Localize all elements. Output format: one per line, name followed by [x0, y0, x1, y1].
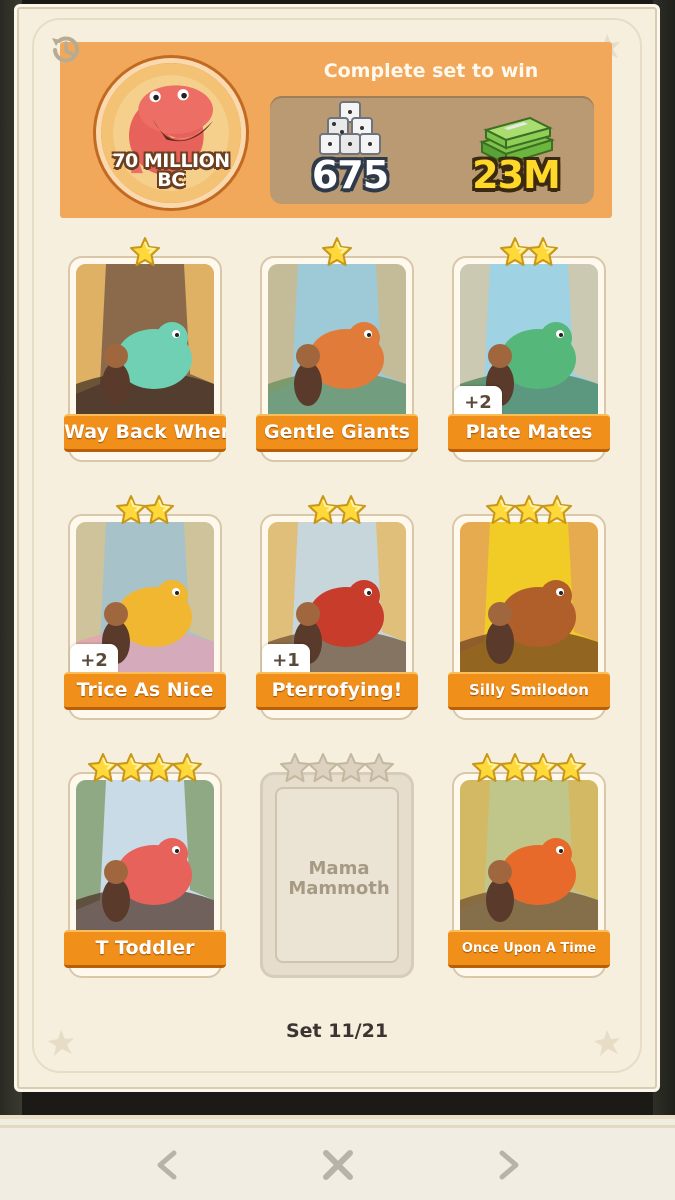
history-icon[interactable] [46, 30, 86, 70]
card-stars [64, 752, 226, 784]
reward-dice-amount: 675 [311, 153, 389, 197]
card-name: Gentle Giants [256, 414, 418, 452]
card-name: Way Back When [64, 414, 226, 452]
chevron-left-icon[interactable] [148, 1145, 188, 1185]
card-stars [256, 752, 418, 784]
card-stars [64, 494, 226, 526]
star-icon [335, 494, 367, 526]
locked-card-inner: Mama Mammoth [275, 787, 399, 963]
album-card[interactable]: +1 Pterrofying! [256, 494, 418, 722]
card-name: T Toddler [64, 930, 226, 968]
chevron-right-icon[interactable] [488, 1145, 528, 1185]
card-artwork [76, 264, 214, 438]
card-stars [64, 236, 226, 268]
star-icon [541, 494, 573, 526]
star-icon [321, 236, 353, 268]
card-artwork [76, 780, 214, 954]
card-name: Trice As Nice [64, 672, 226, 710]
set-counter: Set 11/21 [285, 1020, 389, 1042]
card-name: Plate Mates [448, 414, 610, 452]
star-icon [555, 752, 587, 784]
card-name: Once Upon A Time [448, 930, 610, 968]
close-icon[interactable] [318, 1145, 358, 1185]
star-icon [527, 236, 559, 268]
card-stars [448, 236, 610, 268]
card-name: Silly Smilodon [448, 672, 610, 710]
bottom-navigation [0, 1115, 675, 1200]
reward-cash-amount: 23M [472, 153, 561, 197]
card-stars [256, 494, 418, 526]
card-artwork [460, 780, 598, 954]
card-name: Mama Mammoth [288, 858, 390, 899]
card-stars [256, 236, 418, 268]
dice-icon [318, 100, 382, 160]
card-artwork [460, 522, 598, 696]
album-card[interactable]: Once Upon A Time [448, 752, 610, 980]
album-card[interactable]: Silly Smilodon [448, 494, 610, 722]
star-icon [129, 236, 161, 268]
album-card[interactable]: Gentle Giants [256, 236, 418, 464]
locked-card-frame: Mama Mammoth [260, 772, 414, 978]
album-card[interactable]: +2 Trice As Nice [64, 494, 226, 722]
album-card[interactable]: +2 Plate Mates [448, 236, 610, 464]
card-artwork [268, 264, 406, 438]
corner-leaf-icon [44, 1026, 78, 1060]
corner-leaf-icon [590, 1026, 624, 1060]
star-icon [143, 494, 175, 526]
album-title: 70 MILLION BC [112, 150, 230, 191]
album-card[interactable]: Way Back When [64, 236, 226, 464]
star-icon [171, 752, 203, 784]
card-stars [448, 494, 610, 526]
star-icon [363, 752, 395, 784]
complete-set-text: Complete set to win [323, 60, 539, 82]
card-stars [448, 752, 610, 784]
album-card[interactable]: T Toddler [64, 752, 226, 980]
card-name: Pterrofying! [256, 672, 418, 710]
album-card[interactable]: Mama Mammoth [256, 752, 418, 980]
